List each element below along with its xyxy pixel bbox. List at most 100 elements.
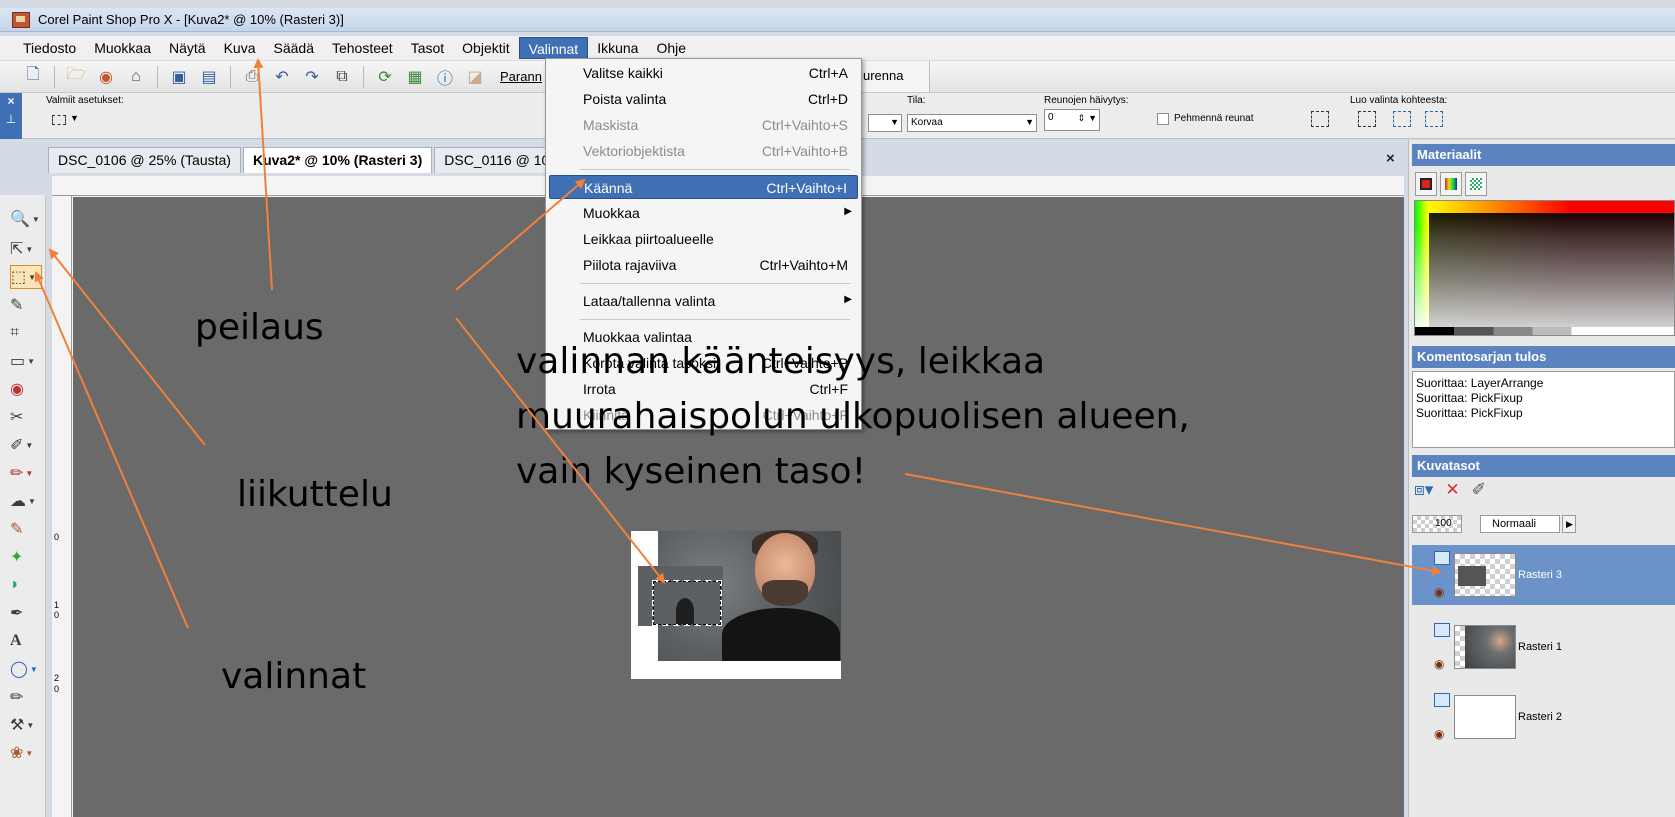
menu-tiedosto[interactable]: Tiedosto xyxy=(14,37,85,59)
script-output-box[interactable]: Suorittaa: LayerArrange Suorittaa: PickF… xyxy=(1412,371,1675,448)
blend-mode-field[interactable]: Normaali xyxy=(1480,515,1560,533)
eraser-tool-icon[interactable]: ✎ xyxy=(10,517,42,541)
redo-icon[interactable]: ↷ xyxy=(301,66,323,88)
from-merged-icon[interactable] xyxy=(1425,111,1443,127)
palette-grip[interactable]: × ⊥ xyxy=(0,93,22,139)
save-as-icon[interactable]: ▤ xyxy=(198,66,220,88)
menu-item-piilota-rajaviiva[interactable]: Piilota rajaviiva Ctrl+Vaihto+M xyxy=(549,253,858,277)
browse-icon[interactable]: ◉ xyxy=(95,66,117,88)
visibility-eye-icon[interactable]: ◉ xyxy=(1434,657,1444,671)
flood-fill-icon[interactable]: ◗ xyxy=(10,573,42,597)
menu-saada[interactable]: Säädä xyxy=(265,37,323,59)
makeover-tool-icon[interactable]: ✂ xyxy=(10,405,42,429)
menu-item-shortcut: Ctrl+Vaihto+S xyxy=(761,117,848,133)
edit-layer-icon[interactable]: ✐ xyxy=(1472,480,1486,500)
materials-panel-title[interactable]: Materiaalit xyxy=(1412,144,1675,166)
zoom-tool-icon[interactable]: 🔍 ▼ xyxy=(10,207,42,231)
menu-item-valitse-kaikki[interactable]: Valitse kaikki Ctrl+A xyxy=(549,61,858,85)
grayscale-strip[interactable] xyxy=(1415,327,1674,335)
from-layer-icon[interactable] xyxy=(1358,111,1376,127)
toolbar-extra-label: urenna xyxy=(863,68,904,83)
close-document-icon[interactable]: × xyxy=(1386,150,1395,167)
annotation-main: valinnan käänteisyys, leikkaa muurahaisp… xyxy=(516,334,1236,499)
selection-marquee[interactable] xyxy=(652,580,722,626)
menu-muokkaa[interactable]: Muokkaa xyxy=(85,37,160,59)
save-icon[interactable]: ▣ xyxy=(168,66,190,88)
preset-selection-icon[interactable] xyxy=(52,115,66,125)
selection-type-dropdown[interactable]: ▼ xyxy=(868,114,902,132)
selection-tool-icon[interactable]: ⬚ ▼ xyxy=(10,265,42,289)
preset-dropdown-icon[interactable]: ▼ xyxy=(70,113,79,123)
menu-tehosteet[interactable]: Tehosteet xyxy=(323,37,402,59)
open-folder-icon[interactable]: 🗁 xyxy=(65,66,87,88)
custom-selection-icon[interactable] xyxy=(1311,111,1329,127)
menu-valinnat[interactable]: Valinnat xyxy=(518,37,589,59)
print-icon[interactable]: ⎙ xyxy=(241,66,263,88)
resize-icon[interactable]: ⧉ xyxy=(331,66,353,88)
swatches-tab-icon[interactable] xyxy=(1465,172,1487,196)
new-layer-icon[interactable]: ⧈▾ xyxy=(1414,480,1433,500)
layer-row-rasteri-3[interactable]: ◉ Rasteri 3 xyxy=(1412,545,1675,605)
warp-brush-icon[interactable]: ⚒ ▼ xyxy=(10,713,42,737)
blend-mode-arrow-icon[interactable]: ▶ xyxy=(1562,515,1576,533)
antialias-checkbox[interactable] xyxy=(1157,113,1169,125)
script-output-title[interactable]: Komentosarjan tulos xyxy=(1412,346,1675,368)
rainbow-tab-icon[interactable] xyxy=(1440,172,1462,196)
scan-icon[interactable]: ⌂ xyxy=(125,66,147,88)
pick-tool-icon[interactable]: ⇱ ▼ xyxy=(10,237,42,261)
ruler-number: 2 xyxy=(54,673,60,683)
menu-item-lataa-tallenna[interactable]: Lataa/tallenna valinta ▶ xyxy=(549,289,858,313)
visibility-eye-icon[interactable]: ◉ xyxy=(1434,585,1444,599)
layers-panel-title[interactable]: Kuvatasot xyxy=(1412,455,1675,477)
undo-icon[interactable]: ↶ xyxy=(271,66,293,88)
straighten-tool-icon[interactable]: ▭ ▼ xyxy=(10,349,42,373)
feather-input[interactable]: 0 ⇕ ▼ xyxy=(1044,109,1100,131)
menu-item-muokkaa[interactable]: Muokkaa ▶ xyxy=(549,201,858,225)
materials-tabs xyxy=(1415,172,1487,196)
app-window: Corel Paint Shop Pro X - [Kuva2* @ 10% (… xyxy=(0,0,1675,817)
menu-objektit[interactable]: Objektit xyxy=(453,37,518,59)
enhance-icon[interactable]: ◪ xyxy=(464,66,486,88)
image-adjust-icon[interactable]: ▦ xyxy=(404,66,426,88)
visibility-eye-icon[interactable]: ◉ xyxy=(1434,727,1444,741)
menu-ohje[interactable]: Ohje xyxy=(647,37,695,59)
layer-row-rasteri-2[interactable]: ◉ Rasteri 2 xyxy=(1412,687,1675,747)
menu-item-poista-valinta[interactable]: Poista valinta Ctrl+D xyxy=(549,87,858,111)
text-tool-icon[interactable]: A xyxy=(10,629,42,653)
info-icon[interactable]: ⓘ xyxy=(434,66,456,88)
red-eye-tool-icon[interactable]: ◉ xyxy=(10,377,42,401)
pencil-tool-icon[interactable]: ✏ xyxy=(10,685,42,709)
annotation-liikuttelu: liikuttelu xyxy=(237,474,393,515)
menu-item-kaanna[interactable]: Käännä Ctrl+Vaihto+I xyxy=(549,175,858,199)
menu-kuva[interactable]: Kuva xyxy=(215,37,265,59)
tab-kuva2[interactable]: Kuva2* @ 10% (Rasteri 3) xyxy=(242,147,433,173)
rotate-icon[interactable]: ⟳ xyxy=(374,66,396,88)
preset-shape-icon[interactable]: ◯ ▼ xyxy=(10,657,42,681)
menu-ikkuna[interactable]: Ikkuna xyxy=(588,37,647,59)
from-image-icon[interactable] xyxy=(1393,111,1411,127)
enhance-menu-label[interactable]: Parann xyxy=(500,69,542,84)
menu-nayta[interactable]: Näytä xyxy=(160,37,215,59)
layer-row-rasteri-1[interactable]: ◉ Rasteri 1 xyxy=(1412,617,1675,677)
opacity-field[interactable]: 100 xyxy=(1412,515,1462,533)
frame-swatch-tab-icon[interactable] xyxy=(1415,172,1437,196)
lighten-brush-icon[interactable]: ☁ ▼ xyxy=(10,489,42,513)
art-brush-icon[interactable]: ✦ xyxy=(10,545,42,569)
color-picker[interactable] xyxy=(1414,200,1675,336)
delete-layer-icon[interactable]: ✕ xyxy=(1445,480,1459,500)
crop-tool-icon[interactable]: ⌗ xyxy=(10,321,42,345)
menu-tasot[interactable]: Tasot xyxy=(402,37,453,59)
pen-tool-icon[interactable]: ✒ xyxy=(10,601,42,625)
clone-brush-icon[interactable]: ✐ ▼ xyxy=(10,433,42,457)
ruler-number: 1 xyxy=(54,600,60,610)
new-file-icon[interactable]: 🗋 xyxy=(22,66,44,88)
toolbar-extra-tab[interactable]: urenna xyxy=(860,61,930,92)
spinner-icon[interactable]: ⇕ xyxy=(1077,113,1085,124)
paint-brush-icon[interactable]: ✏ ▼ xyxy=(10,461,42,485)
dropper-tool-icon[interactable]: ✎ xyxy=(10,293,42,317)
picture-tube-icon[interactable]: ❀ ▼ xyxy=(10,741,42,765)
feather-value: 0 xyxy=(1048,112,1054,123)
mode-dropdown[interactable]: Korvaa ▼ xyxy=(907,114,1037,132)
menu-item-leikkaa-piirtoalueelle[interactable]: Leikkaa piirtoalueelle xyxy=(549,227,858,251)
tab-dsc0106[interactable]: DSC_0106 @ 25% (Tausta) xyxy=(48,147,241,173)
